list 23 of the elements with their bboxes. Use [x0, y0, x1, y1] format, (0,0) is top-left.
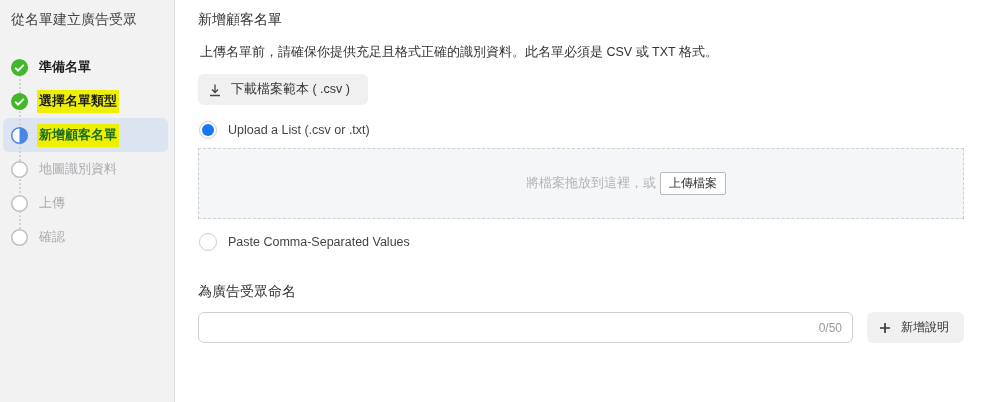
add-description-button[interactable]: 新增說明	[867, 312, 964, 343]
field-label: 為廣告受眾命名	[198, 283, 297, 301]
step-label: 確認	[38, 228, 66, 246]
step-label: 準備名單	[38, 58, 92, 76]
option-label: Paste Comma-Separated Values	[228, 235, 410, 249]
step-label: 選擇名單類型	[37, 89, 119, 113]
plus-icon	[879, 321, 891, 334]
step-label: 新增顧客名單	[37, 123, 119, 147]
step-item[interactable]: 選擇名單類型	[3, 84, 168, 118]
download-button[interactable]: 下載檔案範本 ( .csv )	[198, 74, 368, 105]
sidebar-title: 從名單建立廣告受眾	[10, 10, 138, 29]
description: 上傳名單前，請確保你提供充足且格式正確的識別資料。此名單必須是 CSV 或 TXT 格式。	[200, 44, 719, 61]
drop-zone[interactable]: 將檔案拖放到這裡，或 上傳檔案	[198, 148, 964, 219]
option-label: Upload a List (.csv or .txt)	[228, 123, 370, 137]
character-counter: 0/50	[818, 320, 842, 335]
step-item[interactable]: 準備名單	[3, 50, 168, 84]
download-icon	[208, 82, 222, 97]
section-title: 新增顧客名單	[198, 11, 283, 29]
step-item[interactable]: 新增顧客名單	[3, 118, 168, 152]
upload-button[interactable]: 上傳檔案	[660, 172, 726, 195]
step-label: 上傳	[38, 194, 66, 212]
drop-hint: 將檔案拖放到這裡，或	[526, 175, 656, 192]
step-label: 地圖識別資料	[38, 160, 118, 178]
